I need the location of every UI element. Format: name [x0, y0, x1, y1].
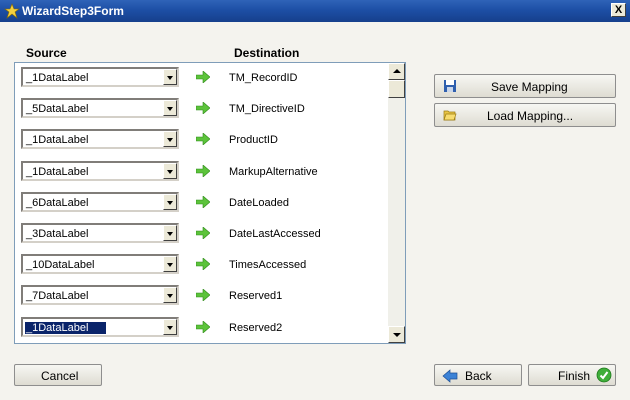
source-combobox-value: _3DataLabel: [26, 228, 89, 240]
dropdown-arrow-button[interactable]: [163, 100, 177, 117]
save-mapping-button[interactable]: Save Mapping: [434, 74, 616, 98]
dropdown-arrow-button[interactable]: [163, 162, 177, 179]
dropdown-arrow-button[interactable]: [163, 256, 177, 273]
mapping-row: _6DataLabel DateLoaded: [15, 188, 388, 219]
mapping-row: _1DataLabel ProductID: [15, 125, 388, 156]
mapping-row: _1DataLabel Reserved2: [15, 313, 388, 344]
save-mapping-label: Save Mapping: [491, 80, 568, 94]
dropdown-arrow-button[interactable]: [163, 318, 177, 335]
green-right-arrow-icon: [196, 71, 210, 83]
destination-field-label: ProductID: [229, 134, 278, 147]
finish-button[interactable]: Finish: [528, 364, 616, 386]
app-icon: [4, 3, 20, 19]
dropdown-arrow-button[interactable]: [163, 69, 177, 85]
source-column-header: Source: [26, 46, 67, 60]
destination-field-label: Reserved2: [229, 321, 283, 334]
cancel-button[interactable]: Cancel: [14, 364, 102, 386]
source-combobox-value: _5DataLabel: [26, 103, 89, 116]
wizard-window: WizardStep3Form X Source Destination _1D…: [0, 0, 630, 400]
mapping-row: _1DataLabel TM_RecordID: [15, 63, 388, 94]
green-right-arrow-icon: [196, 164, 210, 177]
green-right-arrow-icon: [196, 289, 210, 302]
open-folder-icon: [443, 110, 457, 121]
source-combobox[interactable]: _1DataLabel: [21, 316, 179, 337]
dropdown-arrow-button[interactable]: [163, 225, 177, 241]
source-combobox-value: _10DataLabel: [26, 259, 95, 272]
green-right-arrow-icon: [196, 195, 210, 208]
source-combobox-value: _6DataLabel: [26, 196, 89, 209]
destination-field-label: DateLoaded: [229, 196, 289, 209]
mapping-row: _7DataLabel Reserved1: [15, 281, 388, 312]
source-combobox-value: _1DataLabel: [26, 72, 89, 84]
load-mapping-button[interactable]: Load Mapping...: [434, 103, 616, 127]
source-combobox[interactable]: _10DataLabel: [21, 254, 179, 275]
dropdown-arrow-button[interactable]: [163, 193, 177, 210]
green-right-arrow-icon: [196, 133, 210, 146]
vertical-scrollbar[interactable]: [388, 63, 405, 343]
green-right-arrow-icon: [196, 320, 210, 333]
blue-left-arrow-icon: [442, 369, 458, 383]
green-right-arrow-icon: [196, 102, 210, 115]
source-combobox[interactable]: _6DataLabel: [21, 191, 179, 212]
dropdown-arrow-button[interactable]: [163, 131, 177, 148]
load-mapping-label: Load Mapping...: [487, 109, 574, 123]
scroll-up-button[interactable]: [388, 63, 405, 80]
floppy-disk-icon: [444, 80, 456, 92]
source-combobox-value: _7DataLabel: [26, 290, 89, 303]
source-combobox-value: _1DataLabel: [26, 165, 89, 178]
source-combobox-value: _1DataLabel: [26, 134, 89, 147]
green-check-icon: [596, 367, 612, 383]
close-button[interactable]: X: [611, 3, 626, 17]
scroll-thumb[interactable]: [388, 80, 405, 98]
source-combobox[interactable]: _7DataLabel: [21, 285, 179, 306]
destination-column-header: Destination: [234, 46, 300, 60]
back-button[interactable]: Back: [434, 364, 522, 386]
mapping-row: _1DataLabel MarkupAlternative: [15, 157, 388, 188]
source-combobox[interactable]: _1DataLabel: [21, 67, 179, 87]
green-right-arrow-icon: [196, 227, 210, 239]
source-combobox[interactable]: _1DataLabel: [21, 129, 179, 150]
source-combobox[interactable]: _5DataLabel: [21, 98, 179, 119]
destination-field-label: MarkupAlternative: [229, 165, 318, 178]
cancel-label: Cancel: [41, 369, 79, 383]
finish-label: Finish: [558, 369, 591, 383]
title-bar: WizardStep3Form X: [0, 0, 630, 22]
mapping-row: _5DataLabel TM_DirectiveID: [15, 94, 388, 125]
destination-field-label: Reserved1: [229, 290, 283, 303]
green-right-arrow-icon: [196, 258, 210, 271]
dropdown-arrow-button[interactable]: [163, 287, 177, 304]
source-combobox[interactable]: _1DataLabel: [21, 160, 179, 181]
destination-field-label: TM_DirectiveID: [229, 103, 305, 116]
source-combobox-value: _1DataLabel: [25, 321, 107, 334]
source-combobox[interactable]: _3DataLabel: [21, 223, 179, 243]
mapping-row: _3DataLabel DateLastAccessed: [15, 219, 388, 250]
window-title: WizardStep3Form: [22, 4, 124, 18]
mapping-row: _10DataLabel TimesAccessed: [15, 250, 388, 281]
back-label: Back: [465, 369, 492, 383]
scroll-down-button[interactable]: [388, 326, 405, 343]
destination-field-label: TM_RecordID: [229, 72, 298, 84]
destination-field-label: TimesAccessed: [229, 259, 307, 272]
mapping-list[interactable]: _1DataLabel TM_RecordID _5DataLabel TM_Dire…: [14, 62, 406, 344]
destination-field-label: DateLastAccessed: [229, 228, 321, 240]
